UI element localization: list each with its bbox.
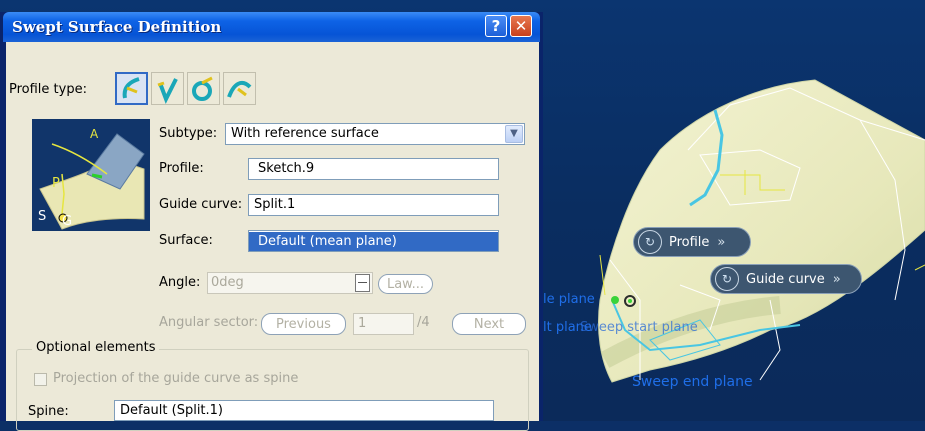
dialog-body: Profile type: A P S G (6, 42, 539, 421)
angle-label: Angle: (159, 275, 200, 290)
subtype-select[interactable]: With reference surface ▼ (225, 123, 525, 145)
subtype-diagram-image: A P S G (32, 119, 150, 231)
law-button[interactable]: Law... (378, 274, 433, 294)
guide-curve-callout[interactable]: ↻ Guide curve » (710, 264, 862, 294)
help-button[interactable]: ? (485, 15, 507, 37)
guide-curve-value: Split.1 (254, 197, 295, 212)
angle-spinner[interactable] (355, 274, 370, 292)
sector-field[interactable]: 1 (353, 313, 414, 335)
expand-chevron-icon: » (833, 272, 841, 287)
guide-curve-label: Guide curve: (159, 197, 242, 212)
sweep-end-plane-label: Sweep end plane (632, 374, 753, 390)
surface-field[interactable]: Default (mean plane) (248, 230, 499, 252)
guide-curve-field[interactable]: Split.1 (248, 194, 499, 216)
angle-field[interactable]: 0deg (207, 272, 373, 294)
angular-sector-label: Angular sector: (159, 315, 258, 330)
diagram-letter-a: A (90, 127, 98, 141)
profile-type-label: Profile type: (9, 82, 87, 97)
surface-label: Surface: (159, 233, 213, 248)
angle-value: 0deg (211, 275, 244, 290)
subtype-value: With reference surface (231, 126, 379, 141)
chevron-down-icon[interactable]: ▼ (505, 125, 523, 143)
arc-icon: ↻ (715, 267, 739, 291)
profile-callout-label: Profile (669, 235, 709, 250)
profile-field[interactable]: Sketch.9 (248, 158, 499, 180)
next-button[interactable]: Next (452, 313, 526, 335)
guide-curve-callout-label: Guide curve (746, 272, 825, 287)
previous-button[interactable]: Previous (261, 313, 346, 335)
dialog-titlebar[interactable]: Swept Surface Definition ? ✕ (3, 12, 540, 42)
diagram-letter-g: G (62, 214, 72, 229)
projection-label: Projection of the guide curve as spine (53, 371, 298, 386)
profile-value: Sketch.9 (258, 161, 314, 176)
expand-chevron-icon: » (717, 235, 725, 250)
plane-label-1: le plane (543, 292, 595, 307)
spine-value: Default (Split.1) (120, 403, 223, 418)
sweep-start-plane-label: Sweep start plane (580, 320, 698, 335)
sector-value: 1 (358, 316, 366, 331)
spine-label: Spine: (28, 404, 69, 419)
diagram-letter-s: S (38, 209, 46, 224)
subtype-label: Subtype: (159, 126, 217, 141)
profile-callout[interactable]: ↻ Profile » (633, 227, 751, 257)
profile-type-circle-icon[interactable] (187, 72, 220, 105)
profile-type-explicit-icon[interactable] (115, 72, 148, 105)
dialog-title: Swept Surface Definition (12, 18, 221, 36)
sector-total: /4 (417, 315, 430, 330)
profile-type-line-icon[interactable] (151, 72, 184, 105)
profile-label: Profile: (159, 161, 204, 176)
diagram-letter-p: P (52, 176, 60, 191)
surface-value: Default (mean plane) (249, 232, 499, 251)
swept-surface-dialog: Swept Surface Definition ? ✕ Profile typ… (0, 12, 543, 421)
arc-icon: ↻ (638, 230, 662, 254)
close-button[interactable]: ✕ (510, 15, 532, 37)
profile-type-conic-icon[interactable] (223, 72, 256, 105)
spine-field[interactable]: Default (Split.1) (114, 400, 494, 421)
optional-elements-title: Optional elements (32, 340, 159, 355)
projection-checkbox[interactable] (34, 373, 47, 386)
